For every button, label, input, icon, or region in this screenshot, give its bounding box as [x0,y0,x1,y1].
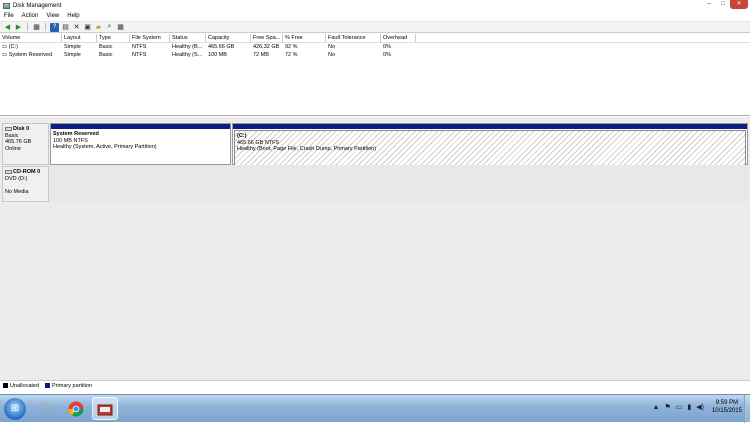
disk-graphical-view: Disk 0 Basic 465.76 GB Online System Res… [0,117,750,380]
search-icon[interactable]: ⌕ [105,23,114,32]
window-title: Disk Management [13,2,62,9]
maximize-button[interactable]: □ [716,0,730,9]
cell-file-system: NTFS [132,44,147,50]
column-status[interactable]: Status [170,34,206,42]
cell-layout: Simple [64,44,81,50]
cell-capacity: 100 MB [208,52,227,58]
disk-management-icon [3,2,10,9]
view-icon[interactable]: ▦ [32,23,41,32]
disk-management-icon [97,404,113,415]
taskbar: ⊞ 🗀 ▲ ⚑ ▭ ▮ ◀) 9:59 PM 10/15/2015 [0,394,750,423]
help-icon[interactable]: ? [50,22,59,32]
cell-status: Healthy (S... [172,52,203,58]
start-button[interactable]: ⊞ [4,397,26,420]
cell-file-system: NTFS [132,52,147,58]
cell-volume: ▭ (C:) [2,44,18,50]
primary-partition-bar [233,124,747,129]
column-fault-tolerance[interactable]: Fault Tolerance [326,34,381,42]
column-capacity[interactable]: Capacity [206,34,251,42]
cell-free-space: 72 MB [253,52,269,58]
cd-rom-area[interactable] [50,165,748,202]
title-bar: Disk Management – □ ✕ [0,0,750,11]
check-icon[interactable]: ▣ [83,23,92,32]
volume-list: Volume Layout Type File System Status Ca… [0,34,750,116]
cell-layout: Simple [64,52,81,58]
disk-icon [5,126,12,131]
close-button[interactable]: ✕ [730,0,748,9]
column-type[interactable]: Type [97,34,130,42]
toolbar-separator [45,23,46,31]
explorer-taskbar-icon[interactable]: 🗀 [34,397,60,420]
cell-free-space: 426.32 GB [253,44,280,50]
volume-icon[interactable]: ◀) [696,403,704,411]
menu-bar: File Action View Help [0,11,750,20]
cell-status: Healthy (B... [172,44,203,50]
clock[interactable]: 9:59 PM 10/15/2015 [712,399,742,415]
menu-view[interactable]: View [46,13,59,19]
action-center-flag-icon[interactable]: ⚑ [664,403,670,411]
cell-percent-free: 72 % [285,52,298,58]
cell-type: Basic [99,52,113,58]
network-icon[interactable]: ▮ [687,403,691,411]
menu-action[interactable]: Action [22,13,39,19]
volume-icon: ▭ [2,44,9,50]
back-icon[interactable]: ◀ [3,23,12,32]
delete-icon[interactable]: ✕ [72,23,81,32]
cell-percent-free: 92 % [285,44,298,50]
table-row[interactable]: ▭ (C:) Simple Basic NTFS Healthy (B... 4… [0,43,750,51]
system-tray: ▲ ⚑ ▭ ▮ ◀) 9:59 PM 10/15/2015 [653,399,742,415]
legend-primary-partition: Primary partition [52,382,93,389]
toolbar: ◀ ▶ ▦ ? ▤ ✕ ▣ ▰ ⌕ ▦ [0,21,750,33]
disk-management-taskbar-icon[interactable] [92,397,118,420]
column-layout[interactable]: Layout [62,34,97,42]
chrome-icon [68,401,84,417]
legend: Unallocated Primary partition [0,380,750,390]
volume-list-header: Volume Layout Type File System Status Ca… [0,34,750,43]
partition-system-reserved[interactable]: System Reserved 100 MB NTFS Healthy (Sys… [50,123,231,165]
cell-overhead: 0% [383,52,391,58]
clock-date: 10/15/2015 [711,408,742,414]
primary-partition-swatch [45,383,51,388]
column-overhead[interactable]: Overhead [381,34,416,42]
cell-fault-tolerance: No [328,44,336,50]
disk-0-label[interactable]: Disk 0 Basic 465.76 GB Online [2,123,49,165]
grid-icon[interactable]: ▦ [116,23,125,32]
column-volume[interactable]: Volume [0,34,62,42]
chrome-taskbar-icon[interactable] [63,397,89,420]
volume-icon: ▭ [2,52,9,58]
cd-rom-0-label[interactable]: CD-ROM 0 DVD (D:) No Media [2,166,49,202]
properties-icon[interactable]: ▤ [61,23,70,32]
clock-time: 9:59 PM [715,400,739,406]
column-percent-free[interactable]: % Free [283,34,326,42]
window-controls: – □ ✕ [702,0,748,10]
cell-overhead: 0% [383,44,391,50]
menu-file[interactable]: File [4,13,14,19]
cd-rom-icon [5,169,12,174]
column-free-space[interactable]: Free Spa... [251,34,283,42]
table-row[interactable]: ▭ System Reserved Simple Basic NTFS Heal… [0,51,750,59]
minimize-button[interactable]: – [702,0,716,9]
unallocated-swatch [3,383,8,388]
show-hidden-icons-icon[interactable]: ▲ [653,404,660,411]
menu-help[interactable]: Help [67,13,79,19]
keyboard-icon[interactable]: ▭ [676,403,683,411]
cell-type: Basic [99,44,113,50]
cell-fault-tolerance: No [328,52,336,58]
show-desktop-button[interactable] [744,395,750,423]
toolbar-separator [27,23,28,31]
partition-c-drive[interactable]: (C:) 465.66 GB NTFS Healthy (Boot, Page … [232,123,748,167]
legend-unallocated: Unallocated [10,382,40,389]
cell-capacity: 465.66 GB [208,44,235,50]
column-file-system[interactable]: File System [130,34,170,42]
cell-volume: ▭ System Reserved [2,52,53,58]
forward-icon[interactable]: ▶ [14,23,23,32]
open-icon[interactable]: ▰ [94,23,103,32]
